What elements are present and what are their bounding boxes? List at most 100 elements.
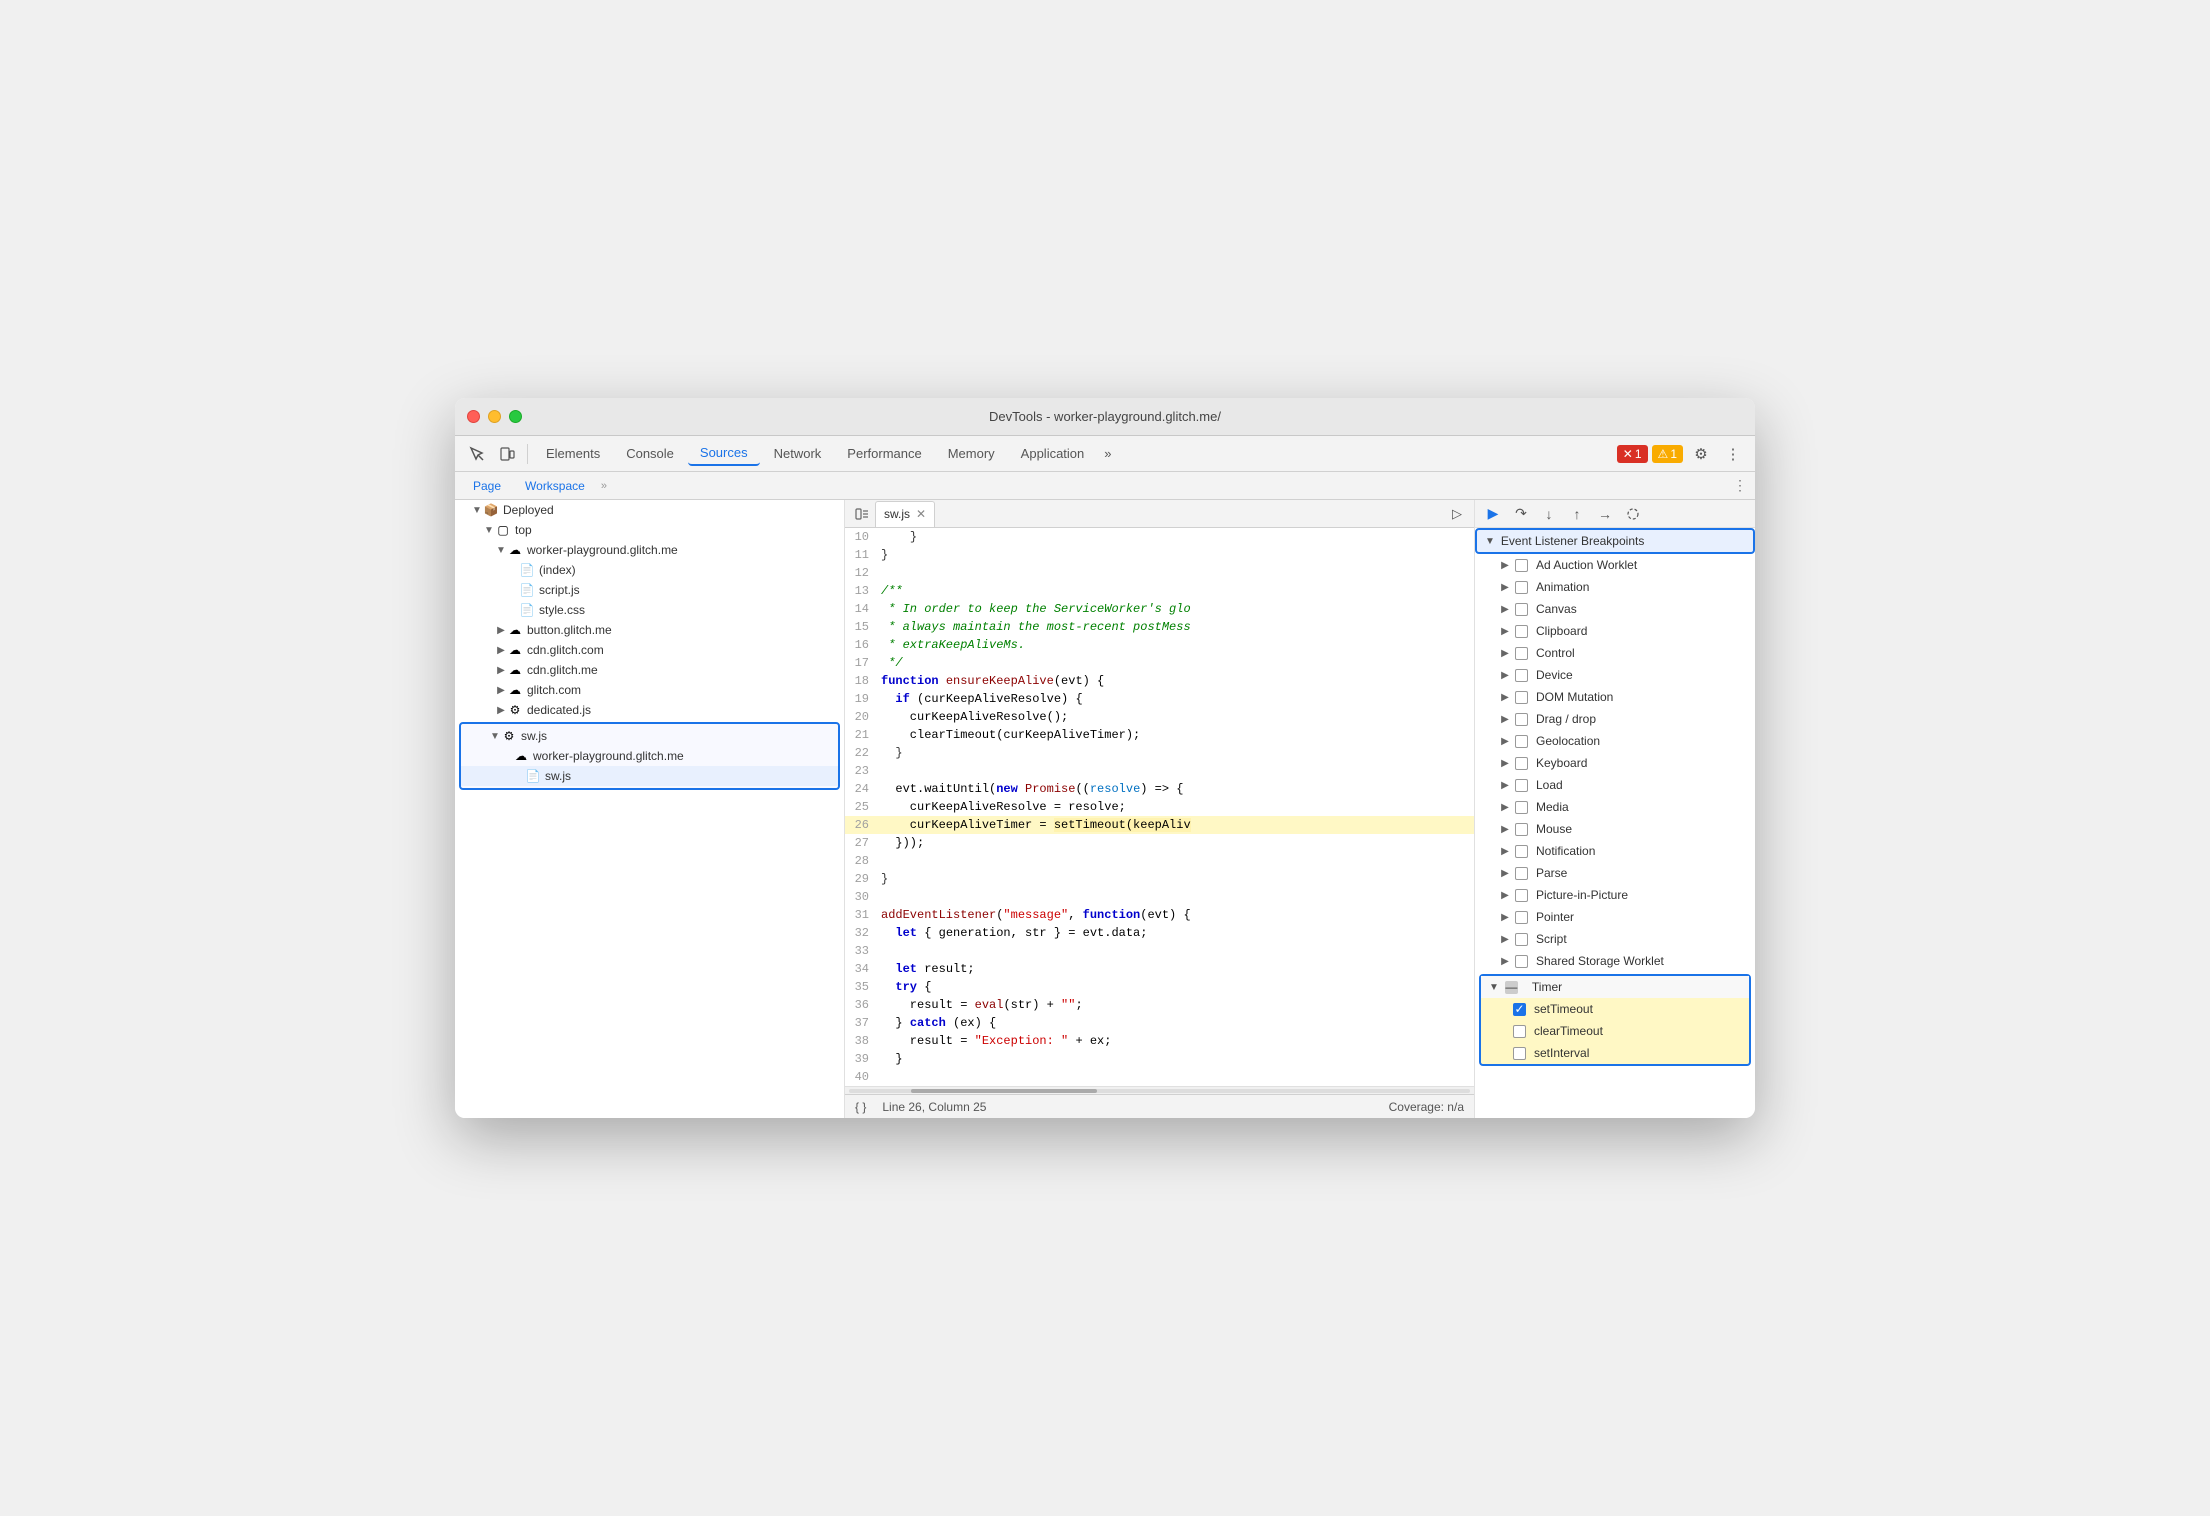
pretty-print-button[interactable]: { }	[855, 1100, 866, 1114]
tree-item-dedicatedjs[interactable]: ▶ ⚙ dedicated.js	[455, 700, 844, 720]
tree-item-scriptjs[interactable]: ▶ 📄 script.js	[455, 580, 844, 600]
bp-item-animation[interactable]: ▶ Animation	[1475, 576, 1755, 598]
bp-item-shared-storage[interactable]: ▶ Shared Storage Worklet	[1475, 950, 1755, 972]
code-scrollbar[interactable]	[845, 1086, 1474, 1094]
tree-item-cdn-com[interactable]: ▶ ☁ cdn.glitch.com	[455, 640, 844, 660]
maximize-button[interactable]	[509, 410, 522, 423]
checkbox-cleartimeout[interactable]	[1513, 1025, 1526, 1038]
bp-item-notification[interactable]: ▶ Notification	[1475, 840, 1755, 862]
checkbox-animation[interactable]	[1515, 581, 1528, 594]
sources-page-tab[interactable]: Page	[463, 477, 511, 495]
tab-console[interactable]: Console	[614, 442, 686, 465]
tree-item-cdn-me[interactable]: ▶ ☁ cdn.glitch.me	[455, 660, 844, 680]
checkbox-canvas[interactable]	[1515, 603, 1528, 616]
bp-item-control[interactable]: ▶ Control	[1475, 642, 1755, 664]
bp-item-cleartimeout[interactable]: clearTimeout	[1481, 1020, 1749, 1042]
bp-item-keyboard[interactable]: ▶ Keyboard	[1475, 752, 1755, 774]
sources-more-options[interactable]: ⋮	[1733, 477, 1747, 494]
checkbox-setinterval[interactable]	[1513, 1047, 1526, 1060]
tree-item-stylecss[interactable]: ▶ 📄 style.css	[455, 600, 844, 620]
bp-item-script[interactable]: ▶ Script	[1475, 928, 1755, 950]
more-tabs-button[interactable]: »	[1098, 442, 1117, 465]
checkbox-shared-storage[interactable]	[1515, 955, 1528, 968]
more-options-icon[interactable]: ⋮	[1719, 440, 1747, 468]
window-icon: ▢	[495, 522, 511, 538]
checkbox-mouse[interactable]	[1515, 823, 1528, 836]
bp-item-canvas[interactable]: ▶ Canvas	[1475, 598, 1755, 620]
checkbox-timer-parent[interactable]: —	[1505, 981, 1518, 994]
checkbox-drag-drop[interactable]	[1515, 713, 1528, 726]
scrollbar-thumb[interactable]	[911, 1089, 1097, 1093]
tab-elements[interactable]: Elements	[534, 442, 612, 465]
bp-item-ad-auction[interactable]: ▶ Ad Auction Worklet	[1475, 554, 1755, 576]
code-tab-close[interactable]: ✕	[916, 507, 926, 521]
checkbox-script[interactable]	[1515, 933, 1528, 946]
sources-workspace-tab[interactable]: Workspace	[515, 477, 595, 495]
bp-item-parse[interactable]: ▶ Parse	[1475, 862, 1755, 884]
checkbox-device[interactable]	[1515, 669, 1528, 682]
bp-item-drag-drop[interactable]: ▶ Drag / drop	[1475, 708, 1755, 730]
tab-network[interactable]: Network	[762, 442, 834, 465]
bp-item-media[interactable]: ▶ Media	[1475, 796, 1755, 818]
bp-item-pip[interactable]: ▶ Picture-in-Picture	[1475, 884, 1755, 906]
arrow-dom-mutation: ▶	[1499, 692, 1511, 703]
device-toolbar-icon[interactable]	[493, 440, 521, 468]
tree-item-wp-sw[interactable]: ▶ ☁ worker-playground.glitch.me	[461, 746, 838, 766]
bp-item-pointer[interactable]: ▶ Pointer	[1475, 906, 1755, 928]
tree-item-swjs[interactable]: ▼ ⚙ sw.js	[461, 726, 838, 746]
tree-item-top[interactable]: ▼ ▢ top	[455, 520, 844, 540]
scrollbar-track[interactable]	[849, 1089, 1470, 1093]
tab-application[interactable]: Application	[1009, 442, 1097, 465]
tree-item-glitch-com[interactable]: ▶ ☁ glitch.com	[455, 680, 844, 700]
tree-item-index[interactable]: ▶ 📄 (index)	[455, 560, 844, 580]
settings-icon[interactable]: ⚙	[1687, 440, 1715, 468]
event-listener-breakpoints-header[interactable]: ▼ Event Listener Breakpoints	[1475, 528, 1755, 554]
warning-badge[interactable]: ⚠ 1	[1652, 445, 1683, 463]
bp-item-load[interactable]: ▶ Load	[1475, 774, 1755, 796]
checkbox-clipboard[interactable]	[1515, 625, 1528, 638]
tab-sources[interactable]: Sources	[688, 441, 760, 466]
checkbox-keyboard[interactable]	[1515, 757, 1528, 770]
checkbox-settimeout[interactable]: ✓	[1513, 1003, 1526, 1016]
close-button[interactable]	[467, 410, 480, 423]
bp-item-device[interactable]: ▶ Device	[1475, 664, 1755, 686]
tree-item-deployed[interactable]: ▼ 📦 Deployed	[455, 500, 844, 520]
checkbox-geolocation[interactable]	[1515, 735, 1528, 748]
tree-item-swjs-file[interactable]: ▶ 📄 sw.js	[461, 766, 838, 786]
bp-item-settimeout[interactable]: ✓ setTimeout	[1481, 998, 1749, 1020]
timer-header[interactable]: ▼ — Timer	[1481, 976, 1749, 998]
inspect-element-icon[interactable]	[463, 440, 491, 468]
code-panel-collapse[interactable]	[849, 503, 875, 525]
tab-memory[interactable]: Memory	[936, 442, 1007, 465]
step-out-button[interactable]: ↑	[1565, 503, 1589, 525]
checkbox-parse[interactable]	[1515, 867, 1528, 880]
resume-button[interactable]: ▶	[1481, 503, 1505, 525]
checkbox-control[interactable]	[1515, 647, 1528, 660]
code-tab-swjs[interactable]: sw.js ✕	[875, 501, 935, 527]
checkbox-ad-auction[interactable]	[1515, 559, 1528, 572]
step-button[interactable]: →	[1593, 503, 1617, 525]
checkbox-pip[interactable]	[1515, 889, 1528, 902]
step-over-button[interactable]: ↷	[1509, 503, 1533, 525]
checkbox-dom-mutation[interactable]	[1515, 691, 1528, 704]
bp-item-setinterval[interactable]: setInterval	[1481, 1042, 1749, 1064]
checkbox-media[interactable]	[1515, 801, 1528, 814]
checkbox-load[interactable]	[1515, 779, 1528, 792]
checkbox-pointer[interactable]	[1515, 911, 1528, 924]
error-badge[interactable]: ✕ 1	[1617, 445, 1648, 463]
minimize-button[interactable]	[488, 410, 501, 423]
code-tab-more[interactable]: ▷	[1444, 503, 1470, 525]
code-area[interactable]: 10 } 11 } 12 13 /** 14 * In ord	[845, 528, 1474, 1086]
bp-item-dom-mutation[interactable]: ▶ DOM Mutation	[1475, 686, 1755, 708]
tree-item-button-glitch[interactable]: ▶ ☁ button.glitch.me	[455, 620, 844, 640]
swjs-file-icon: 📄	[525, 768, 541, 784]
arrow-device: ▶	[1499, 670, 1511, 681]
tab-performance[interactable]: Performance	[835, 442, 933, 465]
bp-item-mouse[interactable]: ▶ Mouse	[1475, 818, 1755, 840]
checkbox-notification[interactable]	[1515, 845, 1528, 858]
deactivate-breakpoints-button[interactable]	[1621, 503, 1645, 525]
bp-item-geolocation[interactable]: ▶ Geolocation	[1475, 730, 1755, 752]
step-into-button[interactable]: ↓	[1537, 503, 1561, 525]
bp-item-clipboard[interactable]: ▶ Clipboard	[1475, 620, 1755, 642]
tree-item-worker-playground[interactable]: ▼ ☁ worker-playground.glitch.me	[455, 540, 844, 560]
